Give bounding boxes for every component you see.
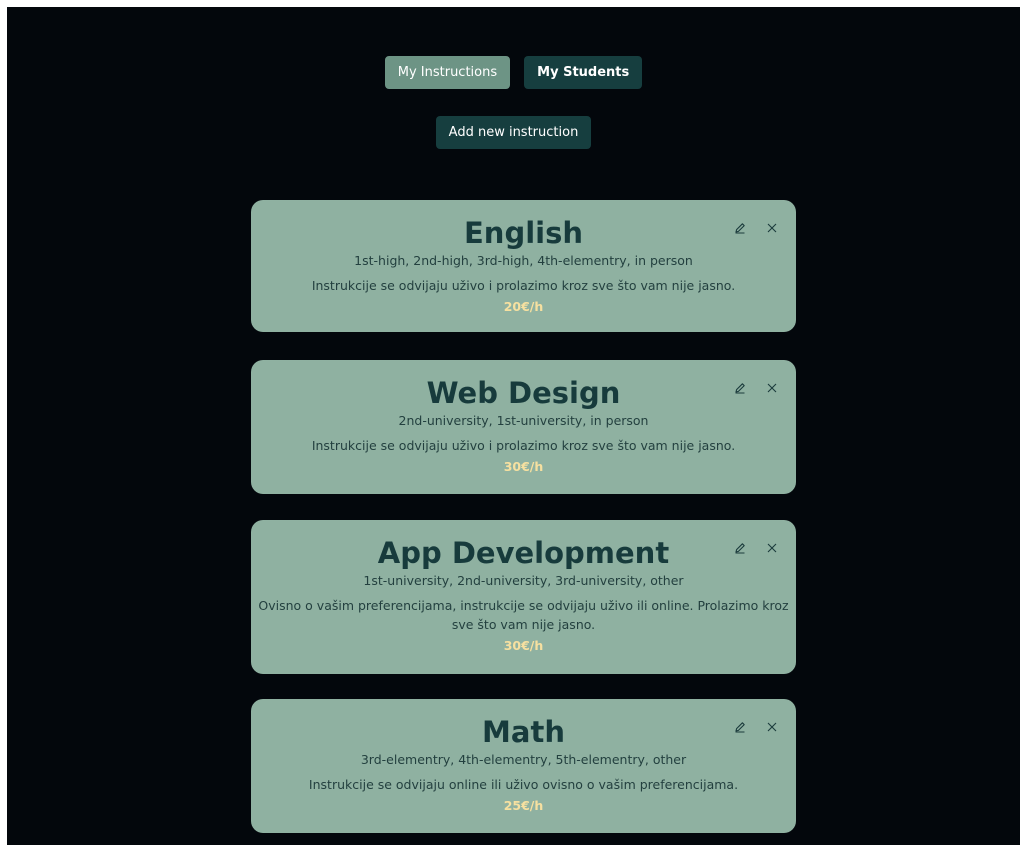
close-icon[interactable] — [766, 222, 778, 234]
instruction-description: Instrukcije se odvijaju uživo i prolazim… — [311, 278, 736, 293]
my-instructions-button[interactable]: My Instructions — [384, 56, 511, 89]
add-instruction-button[interactable]: Add new instruction — [435, 116, 592, 149]
instruction-price: 25€/h — [503, 798, 544, 813]
card-actions — [734, 721, 778, 733]
instruction-card: App Development 1st-university, 2nd-univ… — [251, 520, 796, 674]
instruction-price: 30€/h — [503, 638, 544, 653]
instruction-price: 20€/h — [503, 299, 544, 314]
close-icon[interactable] — [766, 382, 778, 394]
instruction-card: Math 3rd-elementry, 4th-elementry, 5th-e… — [251, 699, 796, 833]
card-actions — [734, 542, 778, 554]
pencil-icon[interactable] — [734, 222, 746, 234]
instruction-levels: 2nd-university, 1st-university, in perso… — [398, 413, 649, 428]
instruction-levels: 3rd-elementry, 4th-elementry, 5th-elemen… — [360, 752, 687, 767]
card-actions — [734, 382, 778, 394]
instruction-subject: App Development — [377, 536, 670, 570]
add-instruction-wrap: Add new instruction — [7, 116, 1020, 149]
instruction-card: Web Design 2nd-university, 1st-universit… — [251, 360, 796, 494]
pencil-icon[interactable] — [734, 542, 746, 554]
instruction-subject: English — [463, 216, 583, 250]
instruction-description: Ovisno o vašim preferencijama, instrukci… — [258, 598, 789, 632]
card-actions — [734, 222, 778, 234]
close-icon[interactable] — [766, 721, 778, 733]
instruction-levels: 1st-university, 2nd-university, 3rd-univ… — [363, 573, 684, 588]
close-icon[interactable] — [766, 542, 778, 554]
instruction-price: 30€/h — [503, 459, 544, 474]
my-students-button[interactable]: My Students — [524, 56, 643, 89]
instruction-description: Instrukcije se odvijaju online ili uživo… — [308, 777, 739, 792]
instruction-levels: 1st-high, 2nd-high, 3rd-high, 4th-elemen… — [354, 253, 693, 268]
instruction-description: Instrukcije se odvijaju uživo i prolazim… — [311, 438, 736, 453]
instruction-subject: Web Design — [426, 376, 621, 410]
instruction-card: English 1st-high, 2nd-high, 3rd-high, 4t… — [251, 200, 796, 332]
top-nav: My Instructions My Students — [7, 56, 1020, 89]
pencil-icon[interactable] — [734, 382, 746, 394]
app-container: My Instructions My Students Add new inst… — [7, 7, 1020, 845]
pencil-icon[interactable] — [734, 721, 746, 733]
instruction-subject: Math — [482, 715, 565, 749]
